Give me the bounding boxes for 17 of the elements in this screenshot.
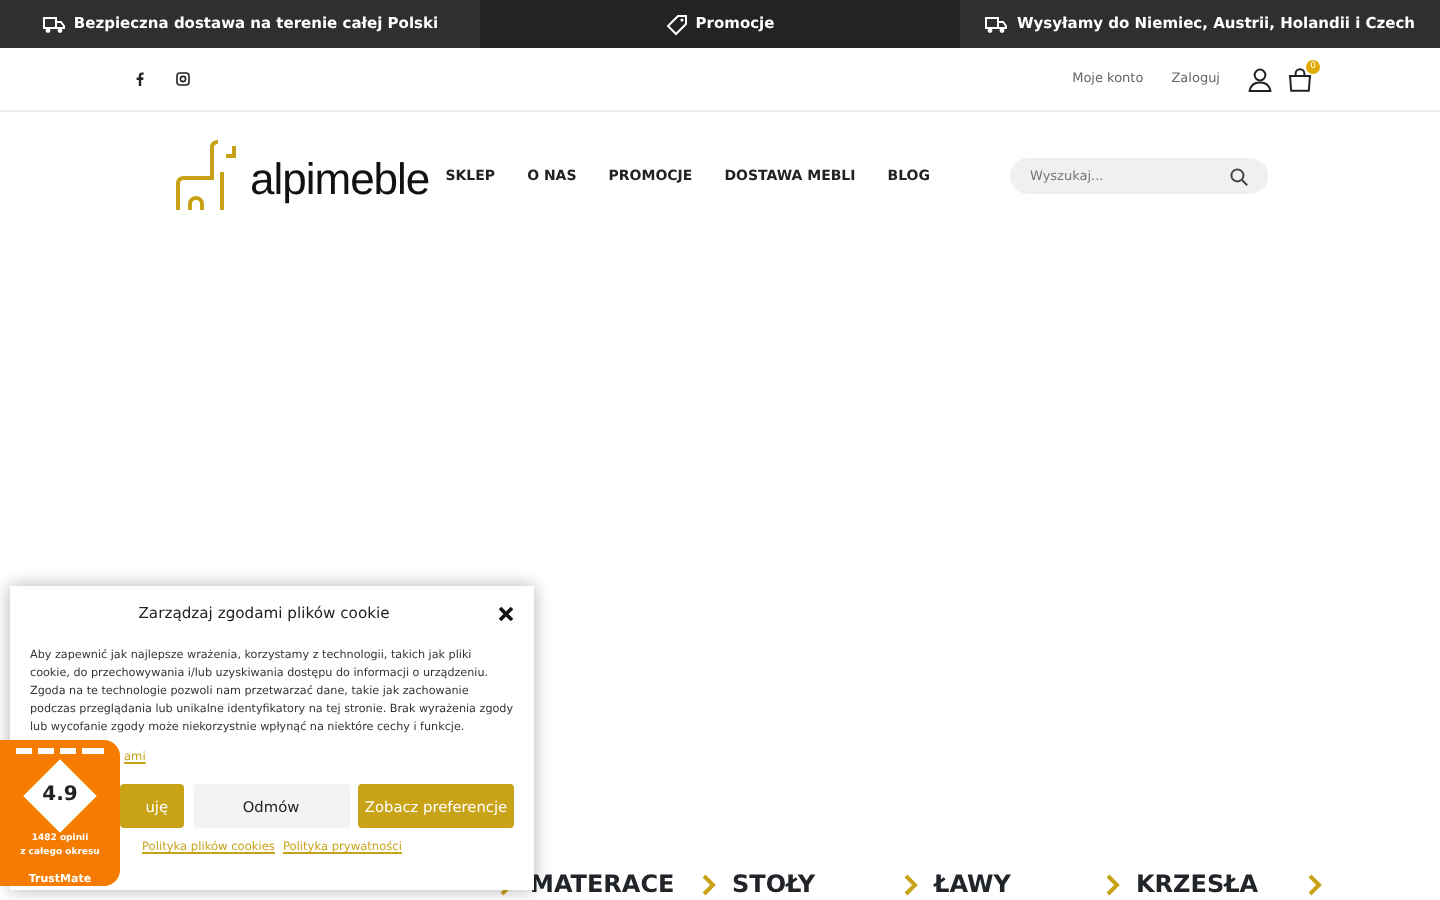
close-icon[interactable] bbox=[498, 605, 514, 622]
logo-text[interactable]: alpimeble bbox=[250, 146, 430, 212]
user-icon[interactable] bbox=[1248, 67, 1272, 91]
rating-score: 4.9 bbox=[40, 782, 80, 810]
category-link[interactable]: STOŁY bbox=[732, 866, 816, 900]
tag-icon bbox=[665, 13, 688, 35]
category-link[interactable]: ŁAWY bbox=[934, 866, 1011, 900]
truck-icon bbox=[41, 15, 66, 33]
stripes-icon bbox=[16, 748, 104, 754]
llama-logo-icon bbox=[174, 140, 242, 212]
truck-icon bbox=[984, 15, 1009, 33]
instagram-icon[interactable] bbox=[176, 72, 190, 86]
shopping-bag-icon[interactable] bbox=[1288, 67, 1312, 91]
facebook-icon[interactable] bbox=[136, 72, 144, 86]
category-link[interactable]: MATERACE bbox=[530, 866, 675, 900]
search-icon[interactable] bbox=[1230, 167, 1248, 185]
category-link[interactable]: KRZESŁA bbox=[1136, 866, 1259, 900]
